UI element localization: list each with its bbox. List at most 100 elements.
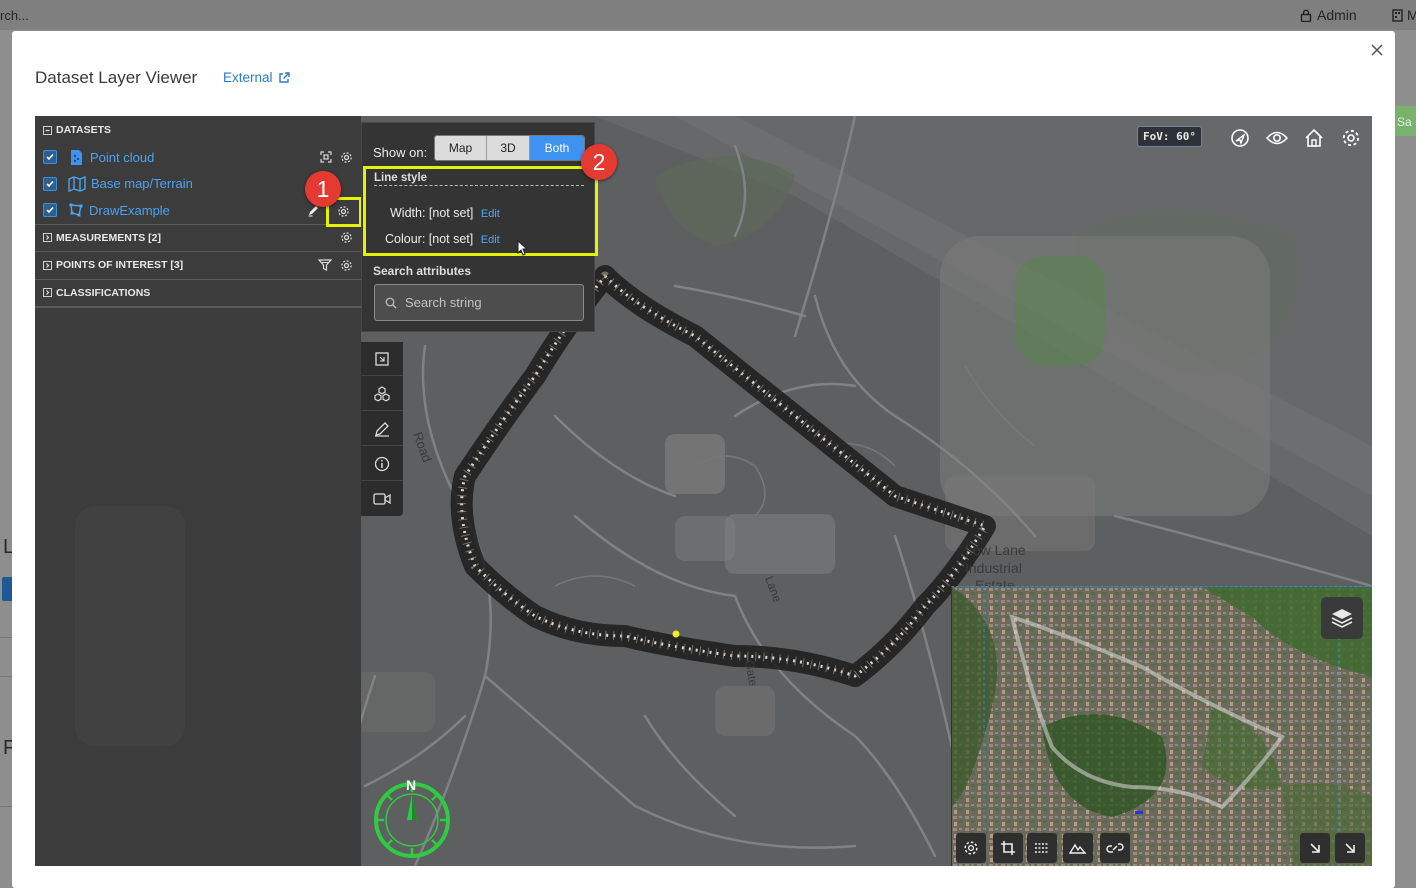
compass[interactable]: N [371,776,453,860]
dataset-label[interactable]: Point cloud [90,150,154,165]
background-save-button: Sa [1395,106,1416,136]
search-attributes-input[interactable]: Search string [374,284,584,321]
zoom-to-extent-icon[interactable] [320,151,332,163]
arrow-down-right-icon [1345,843,1355,853]
locate-button[interactable] [1227,125,1253,151]
mouse-cursor-icon [517,240,527,256]
viewer-settings-button[interactable] [1338,125,1364,151]
compass-north-label: N [406,777,416,793]
minimap-shrink-button[interactable] [1300,833,1330,863]
modal-title: Dataset Layer Viewer [35,68,198,87]
eye-icon [1266,131,1288,145]
gear-icon [1342,129,1360,147]
highlight-box-2 [363,166,598,256]
dataset-checkbox[interactable] [43,203,57,218]
collapse-icon [43,125,52,135]
pencil-icon [375,421,389,437]
measurements-header-label: MEASUREMENTS [2] [56,231,162,244]
area-select-icon [375,351,389,366]
polygon-draw-icon [68,202,84,218]
home-button[interactable] [1301,125,1327,151]
tool-column [361,342,403,516]
map-label: Low Lane [965,542,1026,558]
measurements-header[interactable]: MEASUREMENTS [2] [35,223,361,252]
filter-icon[interactable] [318,259,332,271]
show-on-label: Show on: [373,145,428,160]
admin-label: Admin [1317,7,1357,23]
video-tool[interactable] [361,482,403,516]
dataset-checkbox[interactable] [43,150,57,165]
satellite-imagery [952,587,1372,866]
info-icon [374,456,390,471]
map-layers-button[interactable] [1321,597,1363,639]
fov-indicator: FoV: 60° [1137,126,1202,147]
minimap-settings-button[interactable] [956,833,986,863]
objects-tool[interactable] [361,377,403,411]
minimap-grid-button[interactable] [1027,833,1057,863]
background-menu-m[interactable]: M [1392,7,1416,23]
gear-icon [964,841,978,855]
search-icon [385,297,397,308]
external-link[interactable]: External [223,70,290,85]
expand-icon [43,260,52,270]
classifications-header-label: CLASSIFICATIONS [56,286,151,299]
step-badge-1: 1 [305,171,341,207]
close-icon[interactable] [1369,42,1385,58]
grid-lines-icon [1035,843,1049,853]
expand-icon [43,288,52,297]
expand-icon [43,233,52,242]
map-viewer[interactable]: Road Low Lane Industrial Estate Lane Gat… [35,116,1372,866]
layers-icon [1331,609,1353,628]
crop-icon [1001,841,1015,855]
background-search-fragment: rch... [0,8,29,23]
dataset-row-point-cloud[interactable]: Point cloud [35,144,361,171]
minimap-link-button[interactable] [1100,833,1130,863]
lock-icon [1300,9,1312,22]
terrain-icon [1069,843,1087,854]
dataset-checkbox[interactable] [43,176,57,191]
dataset-label[interactable]: DrawExample [89,203,170,218]
satellite-minimap[interactable] [951,586,1372,866]
blurred-region [75,506,185,746]
background-m-label: M [1407,7,1416,23]
step-badge-2: 2 [581,144,617,180]
minimap-terrain-button[interactable] [1063,833,1093,863]
search-attributes-title: Search attributes [373,264,472,278]
dataset-label[interactable]: Base map/Terrain [91,176,193,191]
datasets-header[interactable]: DATASETS [35,116,361,144]
point-cloud-icon [68,149,85,166]
search-placeholder: Search string [405,295,482,310]
layer-panel: DATASETS Point cloud Base map/Terrain Dr… [35,116,361,866]
video-camera-icon [373,493,391,505]
show-on-segmented-control: Map 3D Both [434,135,585,161]
show-on-3d-option[interactable]: 3D [487,136,530,160]
gear-icon[interactable] [340,259,353,272]
map-icon [68,175,86,192]
cubes-icon [374,385,390,401]
points-of-interest-header[interactable]: POINTS OF INTEREST [3] [35,252,361,280]
external-link-label: External [223,70,273,85]
minimap-expand-button[interactable] [1335,833,1365,863]
admin-menu[interactable]: Admin [1300,7,1357,23]
gear-icon[interactable] [340,231,353,244]
arrow-down-left-icon [1310,843,1320,853]
classifications-header[interactable]: CLASSIFICATIONS [35,280,361,308]
home-icon [1305,128,1323,147]
dataset-settings-gear-icon[interactable] [337,205,350,218]
external-link-icon [278,71,290,83]
minimap-crop-button[interactable] [993,833,1023,863]
building-icon [1392,8,1403,22]
show-on-both-option[interactable]: Both [530,136,584,160]
poi-header-label: POINTS OF INTEREST [3] [56,259,184,271]
link-icon [1106,843,1124,853]
datasets-header-label: DATASETS [56,124,112,136]
show-on-map-option[interactable]: Map [435,136,487,160]
gear-icon[interactable] [340,151,353,164]
map-label: Industrial [965,560,1022,576]
info-tool[interactable] [361,447,403,481]
navigation-icon [1231,129,1249,147]
visibility-button[interactable] [1264,125,1290,151]
background-top-bar [0,0,1416,30]
draw-tool[interactable] [361,412,403,446]
area-select-tool[interactable] [361,342,403,376]
